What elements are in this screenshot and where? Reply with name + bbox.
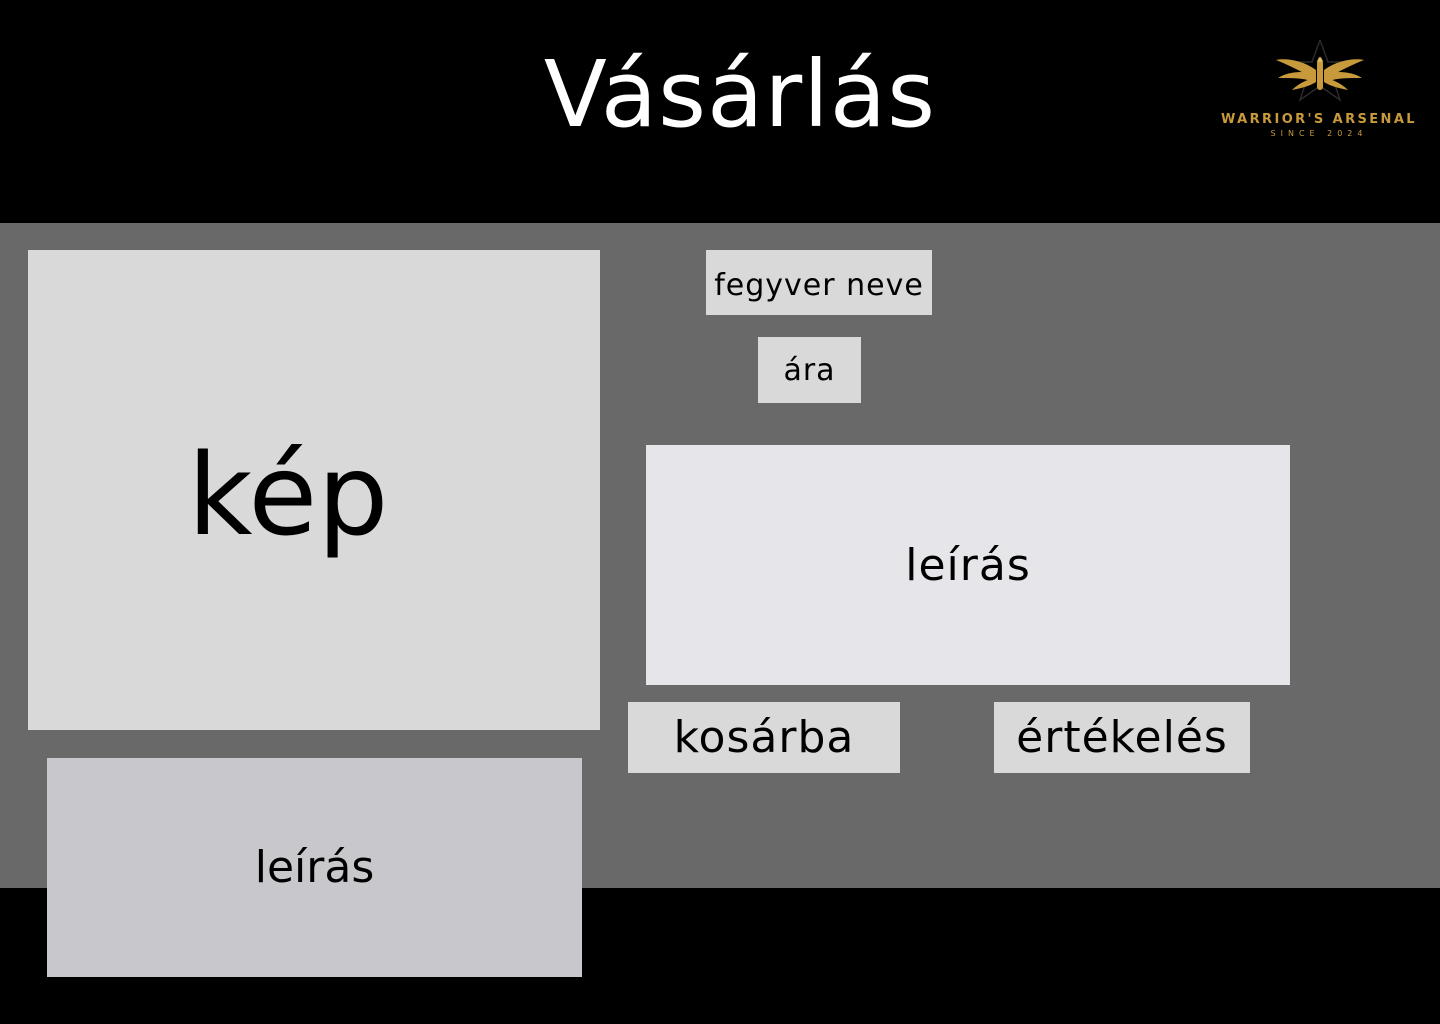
- header: Vásárlás WARRIOR'S ARSENAL SINCE 2024: [0, 0, 1440, 223]
- product-image-placeholder: kép: [28, 250, 600, 730]
- logo-name: WARRIOR'S ARSENAL: [1221, 112, 1417, 127]
- product-image-label: kép: [187, 431, 389, 561]
- product-description: leírás: [646, 445, 1290, 685]
- winged-bullet-star-icon: [1276, 40, 1364, 102]
- product-name-field: fegyver neve: [706, 250, 932, 315]
- add-to-cart-button[interactable]: kosárba: [628, 702, 900, 773]
- rating-button[interactable]: értékelés: [994, 702, 1250, 773]
- product-price-field: ára: [758, 337, 861, 403]
- logo-tagline: SINCE 2024: [1270, 129, 1368, 138]
- lower-description: leírás: [47, 758, 582, 977]
- brand-logo[interactable]: WARRIOR'S ARSENAL SINCE 2024: [1212, 40, 1426, 144]
